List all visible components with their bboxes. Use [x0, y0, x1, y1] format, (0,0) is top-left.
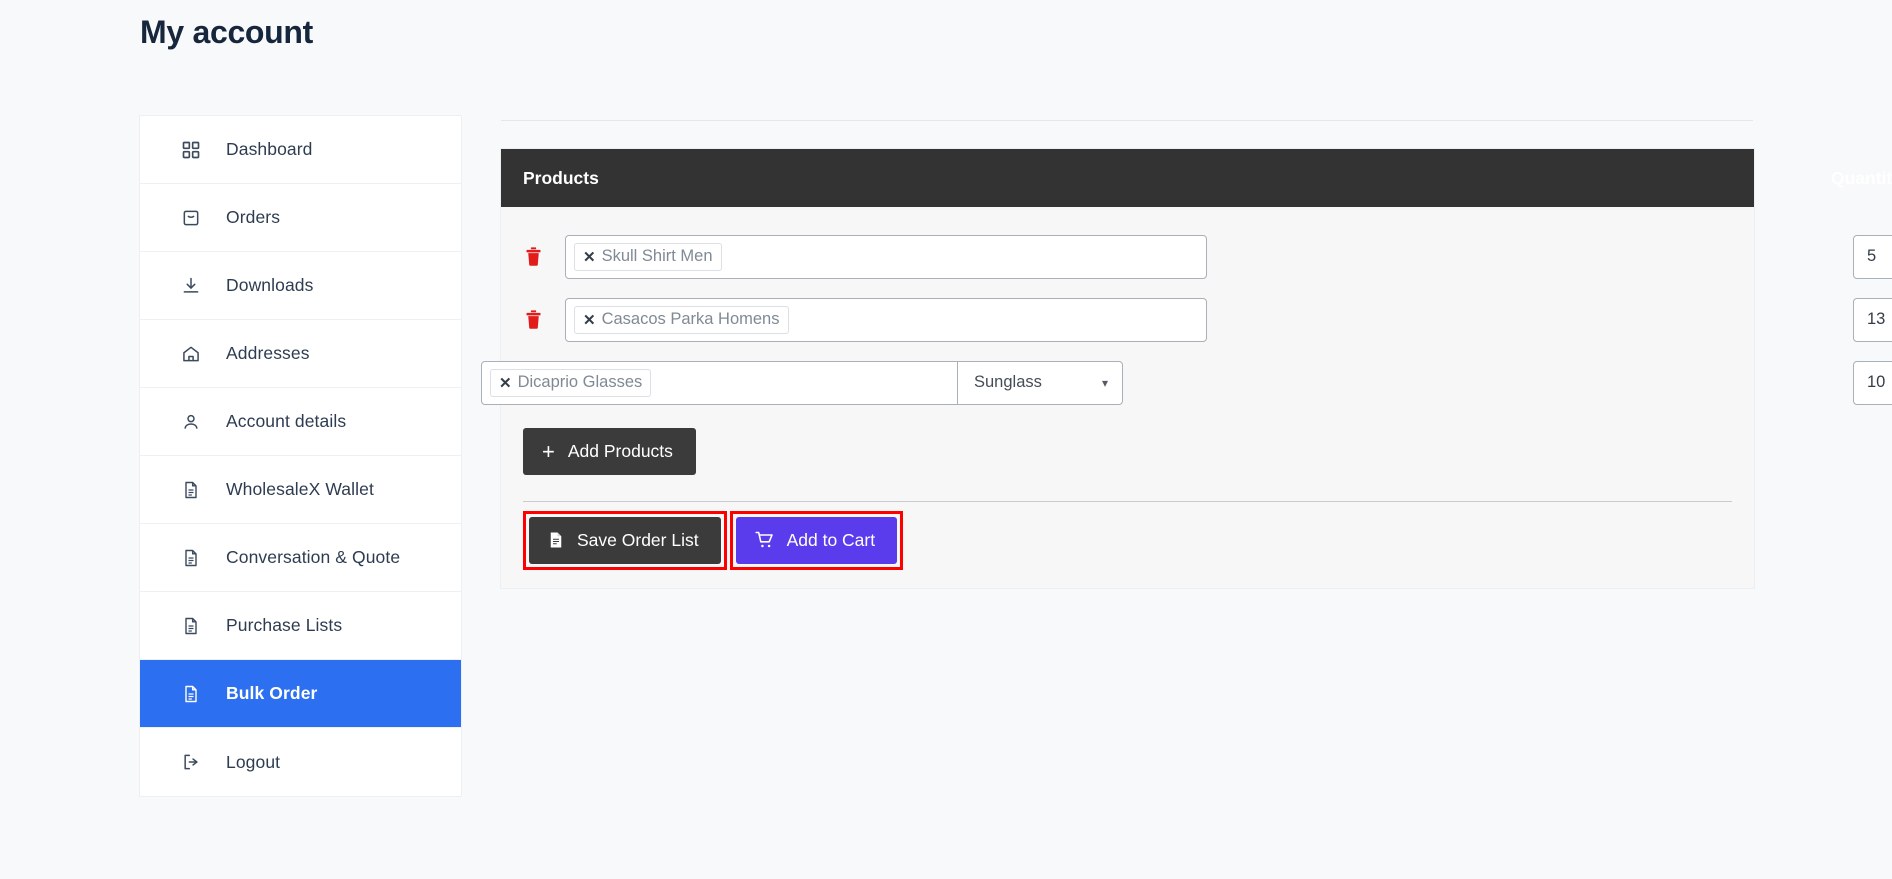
chevron-down-icon: ▾ — [1101, 375, 1108, 390]
sidebar-item-label: Dashboard — [226, 139, 313, 159]
product-name: Dicaprio Glasses — [517, 373, 643, 391]
product-tag: ✕ Skull Shirt Men — [574, 242, 722, 271]
sidebar-item-label: Account details — [226, 411, 347, 431]
product-name: Skull Shirt Men — [601, 247, 713, 265]
close-icon[interactable]: ✕ — [499, 374, 512, 392]
product-select-field[interactable]: ✕ Casacos Parka Homens — [566, 299, 1206, 341]
bulk-order-main: Products Quantity Subtotal — [481, 120, 1892, 589]
home-icon — [178, 341, 204, 367]
table-header-row: Products Quantity Subtotal — [501, 149, 1892, 207]
product-select[interactable]: ✕ Dicaprio Glasses Sunglass ▾ — [481, 360, 1123, 405]
sidebar-item-label: Conversation & Quote — [226, 547, 401, 567]
user-icon — [178, 409, 204, 435]
sidebar-item-wholesalex-wallet[interactable]: WholesaleX Wallet — [140, 456, 461, 524]
quantity-cell: 13 — [1853, 297, 1892, 342]
logout-icon — [178, 749, 204, 775]
sidebar-item-conversation-quote[interactable]: Conversation & Quote — [140, 524, 461, 592]
sidebar-item-bulk-order[interactable]: Bulk Order — [140, 660, 461, 728]
page-title: My account — [140, 14, 314, 50]
add-to-cart-highlight: Add to Cart — [729, 510, 904, 570]
add-to-cart-label: Add to Cart — [786, 529, 876, 550]
content-divider — [501, 120, 1753, 121]
product-tag: ✕ Dicaprio Glasses — [490, 368, 652, 397]
my-account-page: My account Dashboard Orders Downloads Ad… — [0, 0, 1892, 879]
document-icon — [547, 530, 565, 550]
sidebar-item-dashboard[interactable]: Dashboard — [140, 116, 461, 184]
sidebar-item-label: Downloads — [226, 275, 314, 295]
trash-icon[interactable] — [523, 245, 544, 268]
remove-row-cell — [523, 245, 565, 268]
sidebar-item-orders[interactable]: Orders — [140, 184, 461, 252]
variation-value: Sunglass — [974, 373, 1042, 391]
product-select[interactable]: ✕ Skull Shirt Men — [565, 234, 1207, 279]
add-products-button[interactable]: + Add Products — [523, 428, 696, 475]
table-footer: Save Order List Add to Cart — [501, 502, 1754, 588]
quantity-cell: 5 — [1853, 234, 1892, 279]
sidebar-item-label: Addresses — [226, 343, 310, 363]
sidebar-item-purchase-lists[interactable]: Purchase Lists — [140, 592, 461, 660]
grid-icon — [178, 137, 204, 163]
variation-select[interactable]: Sunglass ▾ — [957, 361, 1122, 404]
table-row: ✕ Casacos Parka Homens 13 $1,170.00 — [523, 288, 1892, 351]
account-sidebar: Dashboard Orders Downloads Addresses Acc… — [139, 115, 462, 797]
plus-icon: + — [542, 438, 555, 464]
sidebar-item-label: WholesaleX Wallet — [226, 479, 374, 499]
bulk-order-table-card: Products Quantity Subtotal — [481, 148, 1892, 589]
document-icon — [178, 681, 204, 707]
table-row: ✕ Dicaprio Glasses Sunglass ▾ 10 $300.00 — [481, 351, 1892, 414]
document-icon — [178, 545, 204, 571]
quantity-input[interactable]: 5 — [1853, 234, 1892, 279]
add-products-wrap: + Add Products — [501, 414, 1754, 501]
remove-row-cell — [523, 308, 565, 331]
add-products-label: Add Products — [567, 441, 673, 461]
table-row: ✕ Skull Shirt Men 5 $90.00 — [523, 225, 1892, 288]
document-icon — [178, 613, 204, 639]
product-select[interactable]: ✕ Casacos Parka Homens — [565, 297, 1207, 342]
column-header-quantity: Quantity — [1831, 167, 1892, 188]
save-order-list-button[interactable]: Save Order List — [529, 516, 721, 564]
product-select-field[interactable]: ✕ Dicaprio Glasses — [482, 362, 957, 404]
product-tag: ✕ Casacos Parka Homens — [574, 305, 789, 334]
bag-icon — [178, 205, 204, 231]
quantity-input[interactable]: 13 — [1853, 297, 1892, 342]
sidebar-item-label: Purchase Lists — [226, 615, 343, 635]
trash-icon[interactable] — [523, 308, 544, 331]
add-to-cart-button[interactable]: Add to Cart — [735, 516, 898, 564]
product-rows: ✕ Skull Shirt Men 5 $90.00 — [481, 207, 1892, 414]
save-order-list-label: Save Order List — [577, 529, 699, 550]
column-header-products: Products — [523, 167, 599, 188]
product-name: Casacos Parka Homens — [601, 310, 780, 328]
product-select-field[interactable]: ✕ Skull Shirt Men — [566, 236, 1206, 278]
quantity-input[interactable]: 10 — [1853, 360, 1892, 405]
cart-icon — [754, 530, 775, 550]
close-icon[interactable]: ✕ — [583, 311, 596, 329]
sidebar-item-logout[interactable]: Logout — [140, 728, 461, 796]
sidebar-item-label: Logout — [226, 751, 281, 772]
sidebar-item-addresses[interactable]: Addresses — [140, 320, 461, 388]
save-order-list-highlight: Save Order List — [523, 510, 727, 570]
sidebar-item-downloads[interactable]: Downloads — [140, 252, 461, 320]
sidebar-item-label: Bulk Order — [226, 683, 318, 703]
sidebar-item-account-details[interactable]: Account details — [140, 388, 461, 456]
close-icon[interactable]: ✕ — [583, 248, 596, 266]
quantity-cell: 10 — [1853, 360, 1892, 405]
document-icon — [178, 477, 204, 503]
download-icon — [178, 273, 204, 299]
sidebar-item-label: Orders — [226, 207, 281, 227]
